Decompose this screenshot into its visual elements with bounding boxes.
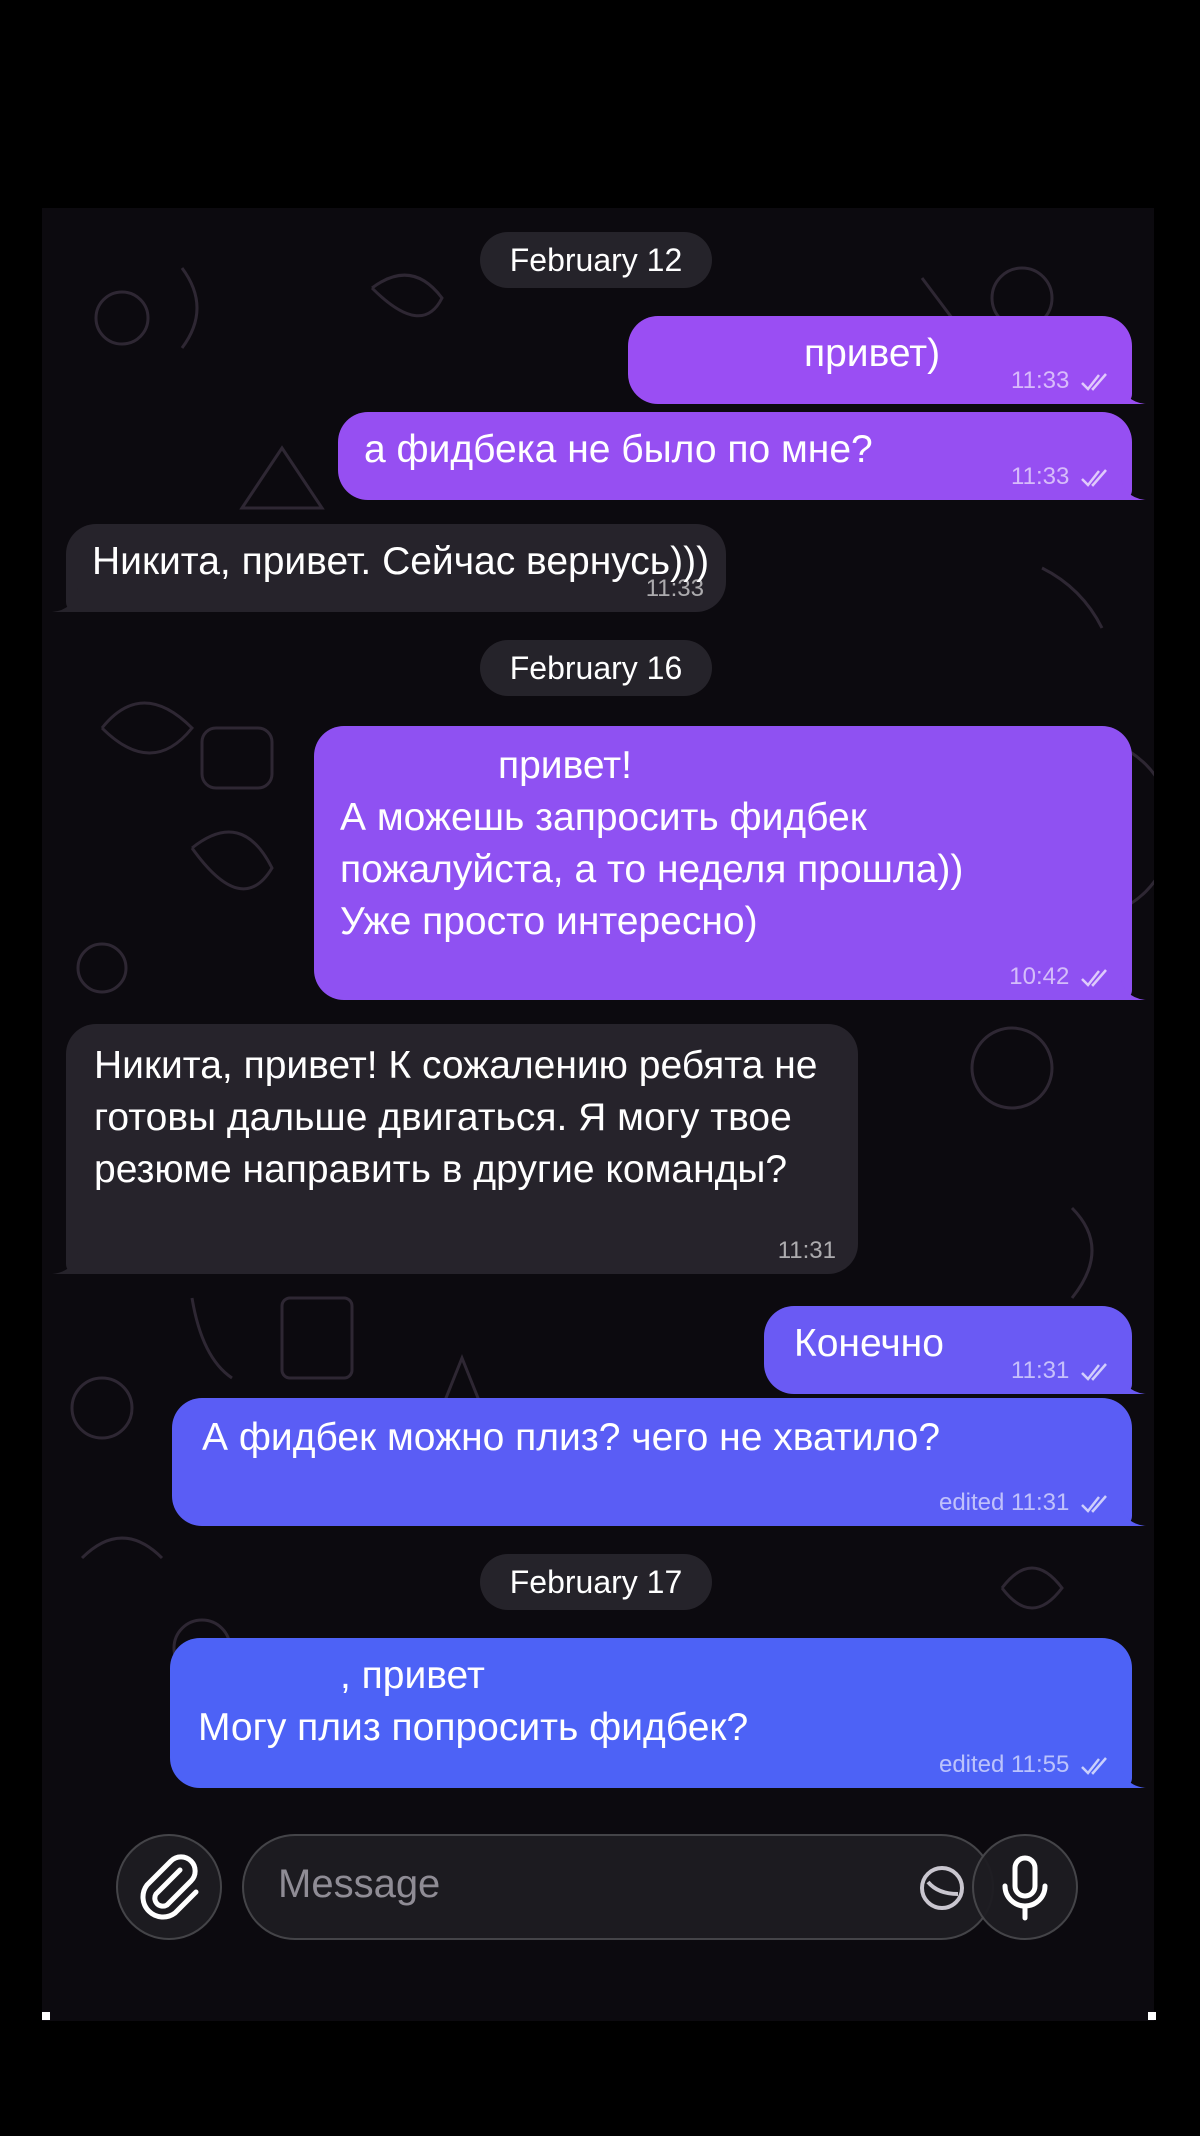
message-outgoing[interactable]: а фидбека не было по мне? 11:33 <box>338 412 1146 500</box>
message-line: пожалуйста, а то неделя прошла)) <box>340 848 964 891</box>
message-meta: 11:31 <box>1011 1356 1110 1386</box>
message-outgoing[interactable]: привет) 11:33 <box>628 316 1146 404</box>
message-line: Могу плиз попросить фидбек? <box>198 1706 749 1749</box>
message-text: Никита, привет. Сейчас вернусь))) <box>92 540 710 583</box>
message-outgoing[interactable]: привет! А можешь запросить фидбек пожалу… <box>314 726 1146 1000</box>
bubble-tail <box>1120 380 1146 404</box>
message-incoming[interactable]: Никита, привет. Сейчас вернусь))) 11:33 <box>52 524 726 612</box>
double-check-icon <box>1081 372 1107 391</box>
double-check-icon <box>1081 968 1107 987</box>
message-incoming[interactable]: Никита, привет! К сожалению ребята не го… <box>52 1024 858 1274</box>
message-input[interactable]: Message <box>242 1834 994 1940</box>
message-time: 11:33 <box>645 575 704 602</box>
message-meta: edited 11:31 <box>939 1488 1110 1518</box>
bubble-tail <box>1120 1502 1146 1526</box>
attach-button[interactable] <box>116 1834 222 1940</box>
message-line: готовы дальше двигаться. Я могу твое <box>94 1096 792 1139</box>
double-check-icon <box>1081 1362 1107 1381</box>
message-outgoing[interactable]: , привет Могу плиз попросить фидбек? edi… <box>170 1638 1146 1788</box>
paperclip-icon <box>140 1854 199 1920</box>
message-line: Никита, привет! К сожалению ребята не <box>94 1044 818 1087</box>
bubble-tail <box>1120 1370 1146 1394</box>
double-check-icon <box>1081 1756 1107 1775</box>
message-outgoing[interactable]: А фидбек можно плиз? чего не хватило? ed… <box>172 1398 1146 1526</box>
message-time: 11:33 <box>1011 463 1070 490</box>
message-line: , привет <box>340 1654 485 1697</box>
bubble-tail <box>52 1250 78 1274</box>
corner-mark <box>1148 2012 1156 2020</box>
message-meta: 11:33 <box>646 574 704 604</box>
message-line: А можешь запросить фидбек <box>340 796 867 839</box>
message-time: 10:42 <box>1009 963 1070 990</box>
corner-mark <box>42 2012 50 2020</box>
message-line: привет! <box>498 744 632 787</box>
message-line: Уже просто интересно) <box>340 900 758 943</box>
message-time: 11:31 <box>777 1237 836 1264</box>
bubble-tail <box>1120 476 1146 500</box>
message-text: А фидбек можно плиз? чего не хватило? <box>202 1416 941 1459</box>
date-separator: February 16 <box>480 640 712 696</box>
message-meta: 11:33 <box>1011 462 1110 492</box>
chat-area: February 12 February 16 February 17 прив… <box>42 208 1154 2021</box>
sticker-icon[interactable] <box>914 1860 970 1916</box>
microphone-icon <box>1002 1855 1048 1921</box>
message-time: edited 11:55 <box>938 1751 1070 1778</box>
date-separator: February 12 <box>480 232 712 288</box>
message-meta: 10:42 <box>1009 962 1110 992</box>
message-line: резюме направить в другие команды? <box>94 1148 788 1191</box>
double-check-icon <box>1081 1494 1107 1513</box>
bubble-tail <box>52 588 78 612</box>
message-time: 11:33 <box>1011 367 1070 394</box>
message-meta: edited 11:55 <box>939 1750 1110 1780</box>
message-meta: 11:33 <box>1011 366 1110 396</box>
message-time: 11:31 <box>1011 1357 1070 1384</box>
double-check-icon <box>1081 468 1107 487</box>
voice-record-button[interactable] <box>972 1834 1078 1940</box>
message-outgoing[interactable]: Конечно 11:31 <box>764 1306 1146 1394</box>
message-placeholder: Message <box>278 1862 441 1906</box>
date-separator: February 17 <box>480 1554 712 1610</box>
message-time: edited 11:31 <box>938 1489 1070 1516</box>
bubble-tail <box>1120 976 1146 1000</box>
message-meta: 11:31 <box>778 1236 836 1266</box>
bubble-tail <box>1120 1764 1146 1788</box>
